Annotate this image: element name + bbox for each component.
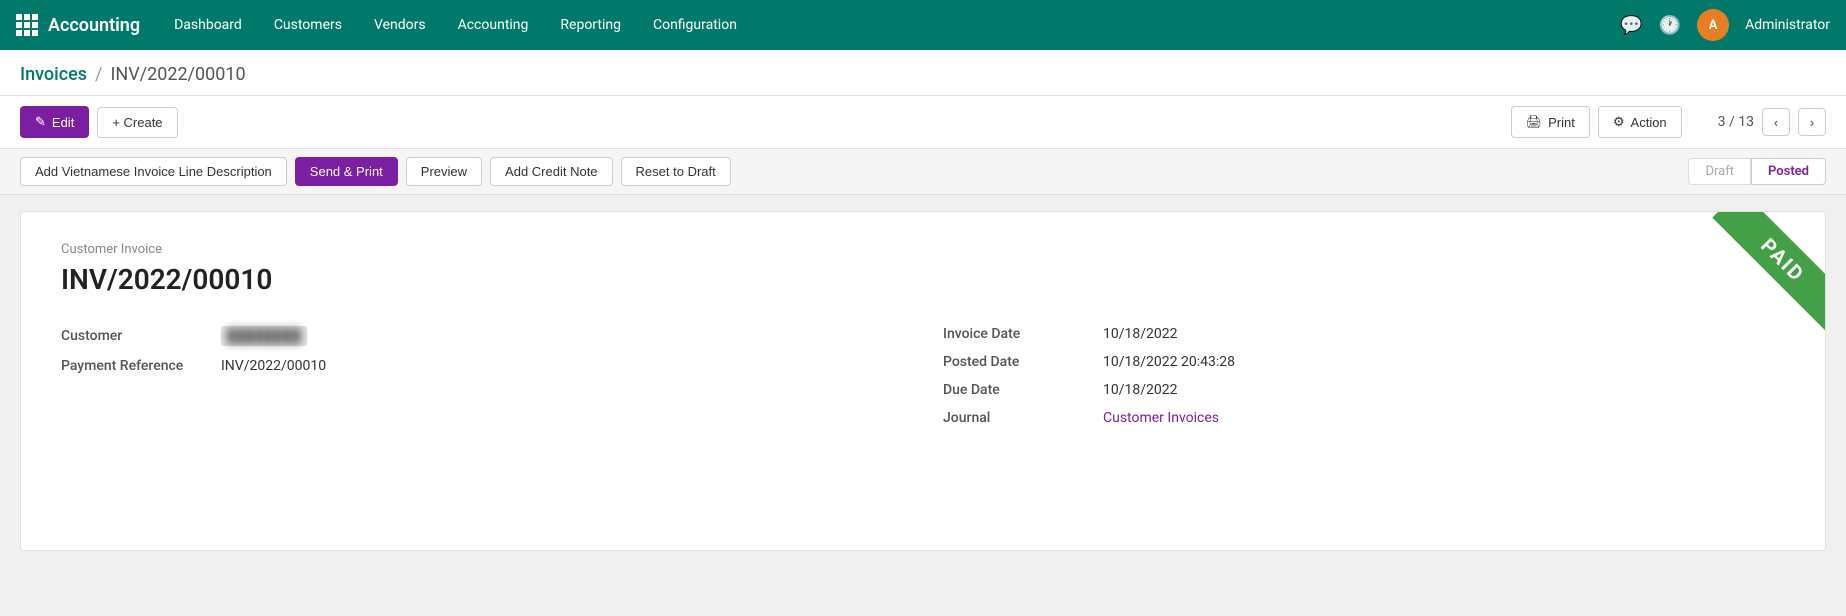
nav-configuration[interactable]: Configuration bbox=[639, 11, 751, 39]
invoice-type: Customer Invoice bbox=[61, 242, 1785, 257]
avatar[interactable]: A bbox=[1697, 9, 1729, 41]
fields-right: Invoice Date 10/18/2022 Posted Date 10/1… bbox=[943, 326, 1785, 426]
payment-ref-value: INV/2022/00010 bbox=[221, 358, 326, 374]
journal-field: Journal Customer Invoices bbox=[943, 410, 1785, 426]
action-button[interactable]: ⚙ Action bbox=[1598, 106, 1682, 138]
gear-icon: ⚙ bbox=[1613, 114, 1625, 130]
breadcrumb-current: INV/2022/00010 bbox=[110, 64, 245, 85]
grid-icon bbox=[16, 14, 38, 36]
next-page-button[interactable]: › bbox=[1798, 108, 1826, 136]
customer-label: Customer bbox=[61, 328, 221, 344]
main-content: PAID Customer Invoice INV/2022/00010 Cus… bbox=[0, 195, 1846, 567]
main-toolbar: ✎ Edit + Create 🖨 Print ⚙ Action 3 / 13 … bbox=[0, 96, 1846, 149]
chat-icon[interactable]: 💬 bbox=[1620, 15, 1642, 36]
invoice-fields: Customer ████████ Payment Reference INV/… bbox=[61, 326, 1785, 426]
invoice-date-value: 10/18/2022 bbox=[1103, 326, 1178, 342]
topnav-right: 💬 🕐 A Administrator bbox=[1620, 9, 1830, 41]
customer-field: Customer ████████ bbox=[61, 326, 903, 346]
journal-label: Journal bbox=[943, 410, 1103, 426]
status-draft: Draft bbox=[1688, 158, 1751, 185]
payment-ref-field: Payment Reference INV/2022/00010 bbox=[61, 358, 903, 374]
posted-date-label: Posted Date bbox=[943, 354, 1103, 370]
invoice-date-field: Invoice Date 10/18/2022 bbox=[943, 326, 1785, 342]
invoice-number: INV/2022/00010 bbox=[61, 263, 1785, 296]
add-vietnamese-button[interactable]: Add Vietnamese Invoice Line Description bbox=[20, 157, 287, 186]
preview-button[interactable]: Preview bbox=[406, 157, 482, 186]
due-date-field: Due Date 10/18/2022 bbox=[943, 382, 1785, 398]
posted-date-value: 10/18/2022 20:43:28 bbox=[1103, 354, 1235, 370]
print-button[interactable]: 🖨 Print bbox=[1511, 106, 1590, 138]
nav-dashboard[interactable]: Dashboard bbox=[160, 11, 256, 39]
journal-value[interactable]: Customer Invoices bbox=[1103, 410, 1219, 426]
action-toolbar: Add Vietnamese Invoice Line Description … bbox=[0, 149, 1846, 195]
edit-icon: ✎ bbox=[35, 114, 46, 130]
top-navigation: Accounting Dashboard Customers Vendors A… bbox=[0, 0, 1846, 50]
send-print-button[interactable]: Send & Print bbox=[295, 157, 398, 186]
reset-to-draft-button[interactable]: Reset to Draft bbox=[621, 157, 731, 186]
nav-customers[interactable]: Customers bbox=[260, 11, 356, 39]
nav-accounting[interactable]: Accounting bbox=[444, 11, 543, 39]
create-button[interactable]: + Create bbox=[97, 107, 177, 138]
invoice-date-label: Invoice Date bbox=[943, 326, 1103, 342]
invoice-card: PAID Customer Invoice INV/2022/00010 Cus… bbox=[20, 211, 1826, 551]
breadcrumb-separator: / bbox=[95, 64, 102, 85]
activity-icon[interactable]: 🕐 bbox=[1659, 15, 1681, 36]
fields-left: Customer ████████ Payment Reference INV/… bbox=[61, 326, 903, 426]
posted-date-field: Posted Date 10/18/2022 20:43:28 bbox=[943, 354, 1785, 370]
app-title: Accounting bbox=[48, 15, 140, 36]
pagination: 3 / 13 ‹ › bbox=[1718, 108, 1826, 136]
status-pills: Draft Posted bbox=[1688, 158, 1826, 185]
pagination-text: 3 / 13 bbox=[1718, 114, 1754, 130]
nav-menu: Dashboard Customers Vendors Accounting R… bbox=[160, 11, 1620, 39]
nav-reporting[interactable]: Reporting bbox=[546, 11, 635, 39]
app-logo[interactable]: Accounting bbox=[16, 14, 140, 36]
breadcrumb-parent[interactable]: Invoices bbox=[20, 64, 87, 85]
print-icon: 🖨 bbox=[1526, 114, 1543, 130]
due-date-label: Due Date bbox=[943, 382, 1103, 398]
customer-value: ████████ bbox=[221, 326, 307, 346]
payment-ref-label: Payment Reference bbox=[61, 358, 221, 374]
status-posted: Posted bbox=[1751, 158, 1826, 185]
nav-vendors[interactable]: Vendors bbox=[360, 11, 440, 39]
prev-page-button[interactable]: ‹ bbox=[1762, 108, 1790, 136]
add-credit-note-button[interactable]: Add Credit Note bbox=[490, 157, 613, 186]
edit-button[interactable]: ✎ Edit bbox=[20, 106, 89, 138]
due-date-value: 10/18/2022 bbox=[1103, 382, 1178, 398]
breadcrumb: Invoices / INV/2022/00010 bbox=[0, 50, 1846, 96]
username[interactable]: Administrator bbox=[1745, 17, 1830, 33]
